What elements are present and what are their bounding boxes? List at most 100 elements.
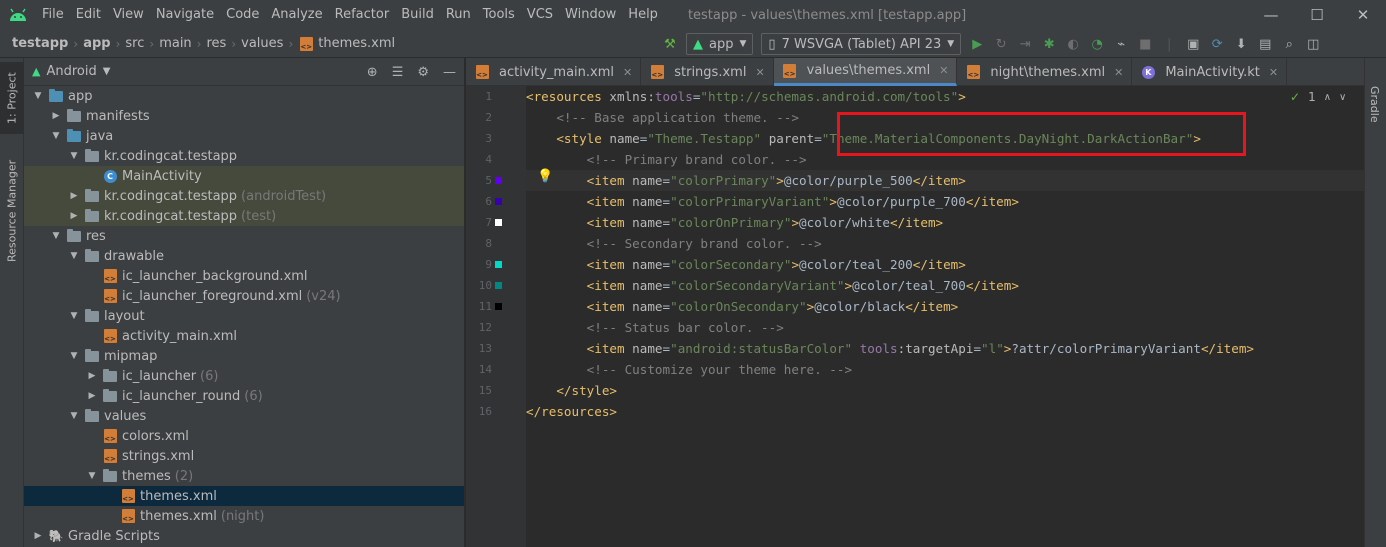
tree-item[interactable]: ▼ mipmap xyxy=(24,346,464,366)
collapse-all-icon[interactable]: ☰ xyxy=(392,65,404,80)
color-swatch[interactable] xyxy=(495,282,502,289)
avd-manager-icon[interactable]: ▣ xyxy=(1185,36,1201,52)
tree-item[interactable]: ▼ drawable xyxy=(24,246,464,266)
color-swatch[interactable] xyxy=(495,219,502,226)
menu-item-vcs[interactable]: VCS xyxy=(521,0,559,30)
color-swatch[interactable] xyxy=(495,177,502,184)
close-button[interactable]: ✕ xyxy=(1340,0,1386,30)
tree-item[interactable]: ▼ themes (2) xyxy=(24,466,464,486)
editor-tab[interactable]: K MainActivity.kt ✕ xyxy=(1132,58,1288,86)
breadcrumb-item[interactable]: themes.xml xyxy=(318,36,395,51)
debug-icon[interactable]: ✱ xyxy=(1041,36,1057,52)
menu-item-view[interactable]: View xyxy=(107,0,150,30)
editor-tab[interactable]: <> activity_main.xml ✕ xyxy=(466,58,642,86)
tree-item[interactable]: <> activity_main.xml xyxy=(24,326,464,346)
inspection-widget[interactable]: ✓ 1 ∧ ∨ xyxy=(1290,90,1346,104)
tree-item[interactable]: ▼ values xyxy=(24,406,464,426)
tree-item[interactable]: ▼ java xyxy=(24,126,464,146)
menu-item-window[interactable]: Window xyxy=(559,0,622,30)
breadcrumb-item[interactable]: testapp xyxy=(12,36,68,51)
chevron-right-icon[interactable]: ▶ xyxy=(86,391,98,401)
menu-item-build[interactable]: Build xyxy=(395,0,440,30)
chevron-down-icon[interactable]: ▼ xyxy=(68,151,80,161)
hide-icon[interactable]: — xyxy=(443,65,456,80)
editor-tab[interactable]: <> strings.xml ✕ xyxy=(641,58,774,86)
tree-item[interactable]: ▶ ic_launcher_round (6) xyxy=(24,386,464,406)
chevron-down-icon[interactable]: ▼ xyxy=(68,251,80,261)
attach-debugger-icon[interactable]: ◐ xyxy=(1065,36,1081,52)
chevron-right-icon[interactable]: ▶ xyxy=(50,111,62,121)
search-icon[interactable]: ⌕ xyxy=(1281,36,1297,52)
device-select[interactable]: ▯ 7 WSVGA (Tablet) API 23 ▼ xyxy=(761,33,962,55)
resource-manager-tool-tab[interactable]: Resource Manager xyxy=(0,150,24,272)
chevron-down-icon[interactable]: ▼ xyxy=(50,231,62,241)
menu-item-tools[interactable]: Tools xyxy=(477,0,521,30)
project-view-select[interactable]: Android xyxy=(46,64,96,79)
tree-item[interactable]: <> themes.xml xyxy=(24,486,464,506)
menu-item-run[interactable]: Run xyxy=(440,0,477,30)
menu-item-code[interactable]: Code xyxy=(220,0,265,30)
tree-item[interactable]: <> colors.xml xyxy=(24,426,464,446)
breadcrumb-item[interactable]: app xyxy=(83,36,110,51)
chevron-down-icon[interactable]: ▼ xyxy=(32,91,44,101)
stop-icon[interactable]: ■ xyxy=(1137,36,1153,52)
breadcrumb-item[interactable]: res xyxy=(206,36,226,51)
chevron-right-icon[interactable]: ▶ xyxy=(32,531,44,541)
menu-item-file[interactable]: File xyxy=(36,0,70,30)
menu-item-edit[interactable]: Edit xyxy=(70,0,107,30)
close-icon[interactable]: ✕ xyxy=(939,64,948,77)
tree-item[interactable]: ▶ manifests xyxy=(24,106,464,126)
chevron-down-icon[interactable]: ∨ xyxy=(1339,92,1346,103)
gradle-tool-tab[interactable]: Gradle xyxy=(1368,86,1381,123)
device-manager-icon[interactable]: ▤ xyxy=(1257,36,1273,52)
breadcrumb-item[interactable]: src xyxy=(125,36,144,51)
project-tool-tab[interactable]: 1: Project xyxy=(0,62,24,134)
close-icon[interactable]: ✕ xyxy=(755,66,764,79)
chevron-right-icon[interactable]: ▶ xyxy=(68,211,80,221)
sdk-manager-icon[interactable]: ⬇ xyxy=(1233,36,1249,52)
editor-tab[interactable]: <> values\themes.xml ✕ xyxy=(773,58,958,86)
tree-item[interactable]: C MainActivity xyxy=(24,166,464,186)
run-icon[interactable]: ▶ xyxy=(969,36,985,52)
tree-item[interactable]: <> strings.xml xyxy=(24,446,464,466)
chevron-up-icon[interactable]: ∧ xyxy=(1324,92,1331,103)
breadcrumb-item[interactable]: values xyxy=(241,36,283,51)
menu-item-navigate[interactable]: Navigate xyxy=(150,0,220,30)
gear-icon[interactable]: ⚙ xyxy=(417,65,429,80)
close-icon[interactable]: ✕ xyxy=(1269,66,1278,79)
tree-item[interactable]: <> ic_launcher_background.xml xyxy=(24,266,464,286)
apply-changes-icon[interactable]: ⇥ xyxy=(1017,36,1033,52)
chevron-right-icon[interactable]: ▶ xyxy=(86,371,98,381)
tree-item[interactable]: <> ic_launcher_foreground.xml (v24) xyxy=(24,286,464,306)
profile-icon[interactable]: ◔ xyxy=(1089,36,1105,52)
run-config-select[interactable]: ▲ app ▼ xyxy=(686,33,754,55)
chevron-down-icon[interactable]: ▼ xyxy=(68,311,80,321)
attach-icon[interactable]: ⌁ xyxy=(1113,36,1129,52)
locate-icon[interactable]: ⊕ xyxy=(367,65,378,80)
chevron-down-icon[interactable]: ▼ xyxy=(68,351,80,361)
menu-item-analyze[interactable]: Analyze xyxy=(265,0,328,30)
chevron-down-icon[interactable]: ▼ xyxy=(50,131,62,141)
rerun-icon[interactable]: ↻ xyxy=(993,36,1009,52)
tree-item[interactable]: ▶ ic_launcher (6) xyxy=(24,366,464,386)
menu-item-refactor[interactable]: Refactor xyxy=(329,0,396,30)
sync-gradle-icon[interactable]: ⟳ xyxy=(1209,36,1225,52)
hammer-icon[interactable]: ⚒ xyxy=(662,36,678,52)
close-icon[interactable]: ✕ xyxy=(1114,66,1123,79)
tree-item[interactable]: ▼ kr.codingcat.testapp xyxy=(24,146,464,166)
minimize-button[interactable]: — xyxy=(1248,0,1294,30)
color-swatch[interactable] xyxy=(495,303,502,310)
tree-item[interactable]: ▼ app xyxy=(24,86,464,106)
tree-item[interactable]: ▼ res xyxy=(24,226,464,246)
maximize-button[interactable]: ☐ xyxy=(1294,0,1340,30)
color-swatch[interactable] xyxy=(495,198,502,205)
chevron-down-icon[interactable]: ▼ xyxy=(68,411,80,421)
editor-tab[interactable]: <> night\themes.xml ✕ xyxy=(957,58,1133,86)
tree-item[interactable]: <> themes.xml (night) xyxy=(24,506,464,526)
tree-item[interactable]: ▼ layout xyxy=(24,306,464,326)
menu-item-help[interactable]: Help xyxy=(622,0,664,30)
color-swatch[interactable] xyxy=(495,261,502,268)
tree-item[interactable]: ▶ kr.codingcat.testapp (androidTest) xyxy=(24,186,464,206)
chevron-down-icon[interactable]: ▼ xyxy=(103,66,111,77)
lightbulb-icon[interactable]: 💡 xyxy=(537,169,553,184)
